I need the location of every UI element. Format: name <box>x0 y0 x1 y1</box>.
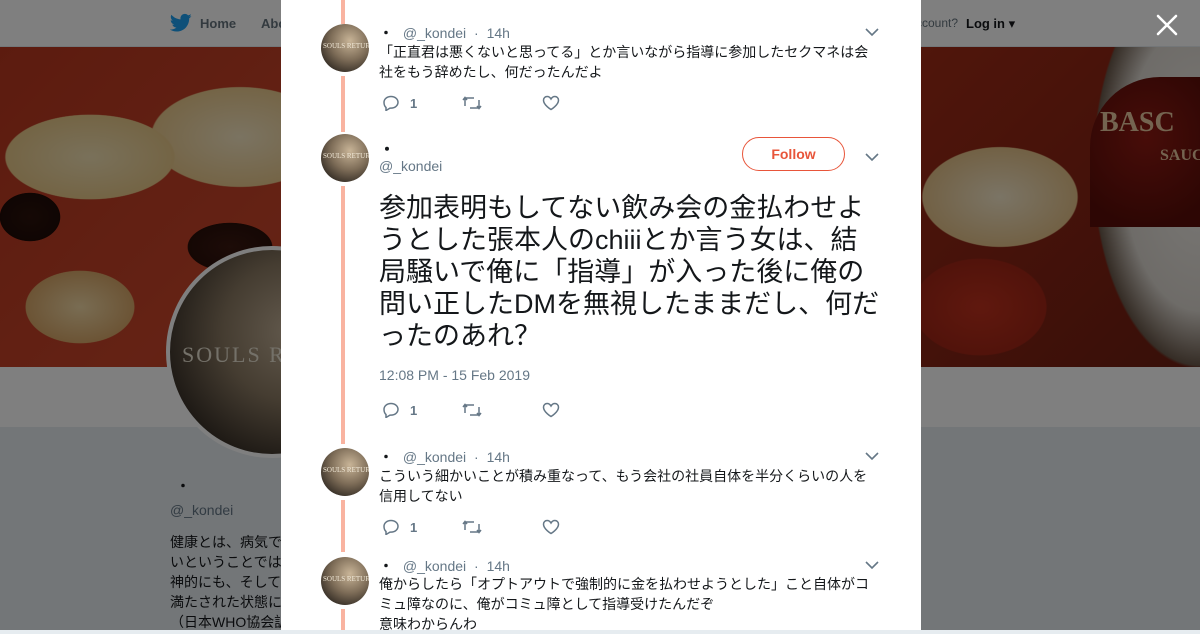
tweet-meta: ・ @_kondei · 14h <box>379 447 510 467</box>
close-icon[interactable] <box>1154 12 1180 38</box>
retweet-icon <box>462 520 482 534</box>
meta-separator: · <box>474 558 479 574</box>
tweet-actions: 1 <box>382 518 682 538</box>
tweet-author-handle[interactable]: @_kondei <box>379 158 442 174</box>
tweet-item[interactable]: SOULS RETURN ・ @_kondei · 14h 俺からしたら「オプト… <box>321 555 881 632</box>
tweet-item[interactable]: SOULS RETURN ・ @_kondei · 14h 「正直君は悪くないと… <box>321 22 881 122</box>
reply-count: 1 <box>410 95 418 111</box>
tweet-meta: ・ @_kondei · 14h <box>379 556 510 576</box>
retweet-button[interactable] <box>462 518 482 536</box>
tweet-text: 「正直君は悪くないと思ってる」とか言いながら指導に参加したセクマネは会社をもう辞… <box>379 44 869 80</box>
chevron-down-icon[interactable] <box>865 451 879 461</box>
tweet-author-handle[interactable]: @_kondei <box>403 558 466 574</box>
thread-connector <box>341 0 345 24</box>
meta-separator: · <box>474 25 479 41</box>
like-button[interactable] <box>542 518 560 536</box>
retweet-icon <box>462 96 482 110</box>
avatar-text: SOULS RETURN <box>323 152 369 160</box>
avatar-text: SOULS RETURN <box>323 575 369 583</box>
tweet-author-handle[interactable]: @_kondei <box>403 449 466 465</box>
reply-button[interactable]: 1 <box>382 518 417 536</box>
tweet-item[interactable]: SOULS RETURN ・ @_kondei · 14h こういう細かいことが… <box>321 446 881 546</box>
reply-icon <box>383 402 399 418</box>
reply-button[interactable]: 1 <box>382 401 417 419</box>
meta-separator: · <box>474 449 479 465</box>
avatar[interactable]: SOULS RETURN <box>321 134 369 182</box>
tweet-timestamp[interactable]: 12:08 PM - 15 Feb 2019 <box>379 367 530 383</box>
chevron-down-icon[interactable] <box>865 152 879 162</box>
tweet-actions: 1 <box>382 401 682 421</box>
heart-icon <box>542 519 560 535</box>
heart-icon <box>542 95 560 111</box>
tweet-actions: 1 <box>382 94 682 114</box>
reply-count: 1 <box>410 519 418 535</box>
retweet-button[interactable] <box>462 401 482 419</box>
heart-icon <box>542 402 560 418</box>
tweet-text: 参加表明もしてない飲み会の金払わせようとした張本人のchiiiとか言う女は、結局… <box>379 193 880 351</box>
avatar[interactable]: SOULS RETURN <box>321 24 369 72</box>
avatar[interactable]: SOULS RETURN <box>321 557 369 605</box>
tweet-time[interactable]: 14h <box>487 449 510 465</box>
chevron-down-icon[interactable] <box>865 560 879 570</box>
retweet-button[interactable] <box>462 94 482 112</box>
reply-count: 1 <box>410 402 418 418</box>
tweet-meta: ・ @_kondei · 14h <box>379 23 510 43</box>
avatar-text: SOULS RETURN <box>323 466 369 474</box>
tweet-author-name[interactable]: ・ <box>379 136 395 160</box>
follow-button[interactable]: Follow <box>742 137 845 171</box>
tweet-author-name[interactable]: ・ <box>379 449 393 465</box>
avatar-text: SOULS RETURN <box>323 42 369 50</box>
tweet-time[interactable]: 14h <box>487 25 510 41</box>
tweet-time[interactable]: 14h <box>487 558 510 574</box>
tweet-text: こういう細かいことが積み重なって、もう会社の社員自体を半分くらいの人を信用してな… <box>379 468 868 504</box>
avatar[interactable]: SOULS RETURN <box>321 448 369 496</box>
like-button[interactable] <box>542 401 560 419</box>
chevron-down-icon[interactable] <box>865 27 879 37</box>
reply-button[interactable]: 1 <box>382 94 417 112</box>
tweet-author-name[interactable]: ・ <box>379 558 393 574</box>
retweet-icon <box>462 403 482 417</box>
reply-icon <box>383 95 399 111</box>
tweet-text: 俺からしたら「オプトアウトで強制的に金を払わせようとした」こと自体がコミュ障なの… <box>379 576 869 632</box>
tweet-author-handle[interactable]: @_kondei <box>403 25 466 41</box>
main-tweet: SOULS RETURN ・ @_kondei Follow 参加表明もしてない… <box>321 134 881 434</box>
reply-icon <box>383 519 399 535</box>
tweet-author-name[interactable]: ・ <box>379 25 393 41</box>
like-button[interactable] <box>542 94 560 112</box>
